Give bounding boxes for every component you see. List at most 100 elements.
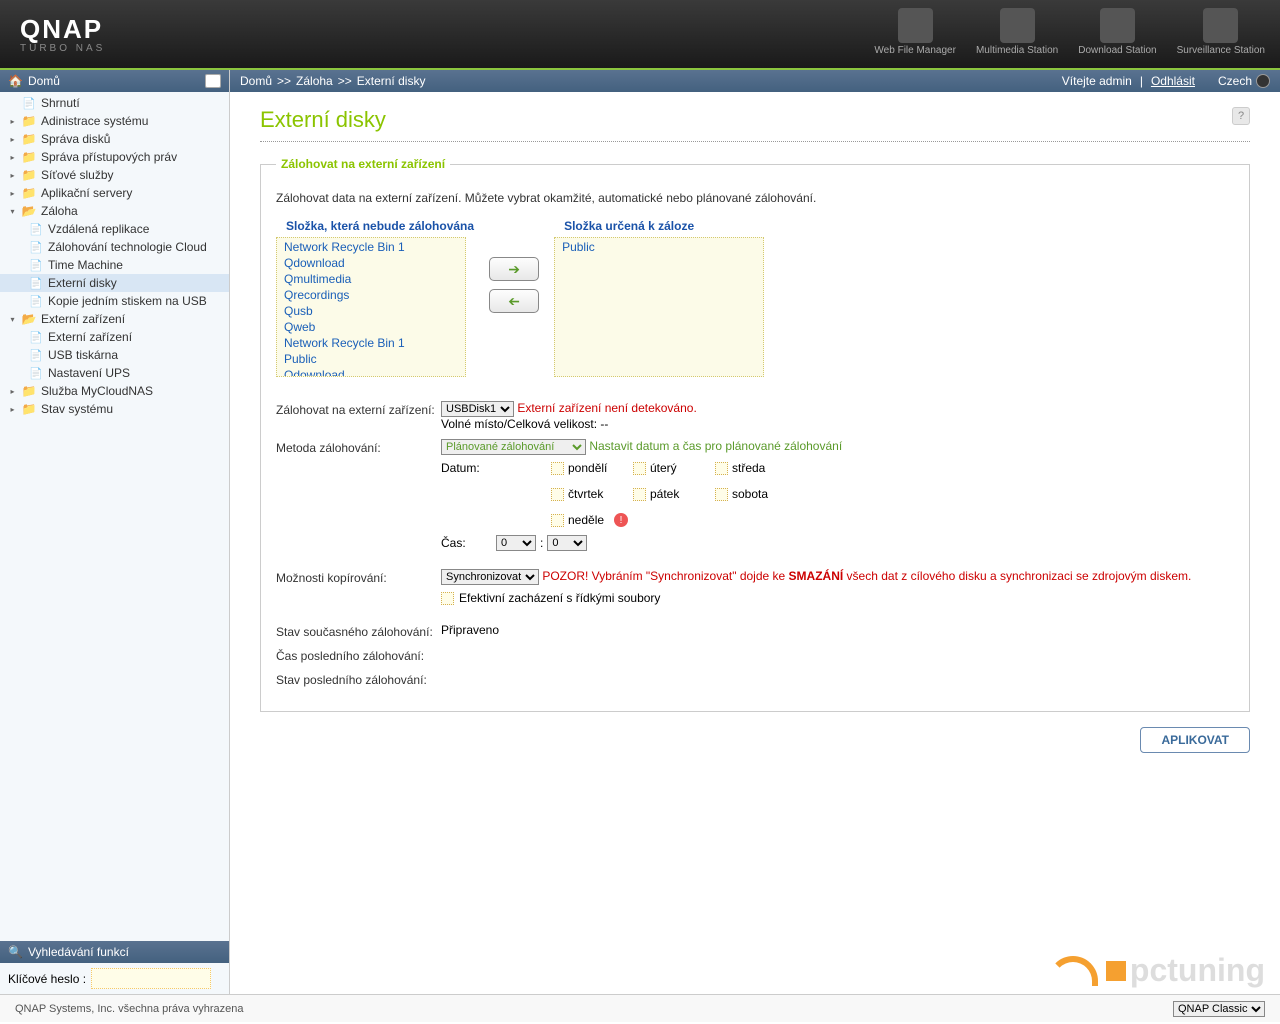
logout-link[interactable]: Odhlásit	[1151, 74, 1195, 88]
language-selector[interactable]: Czech	[1218, 74, 1270, 88]
folder-picker: Složka, která nebude zálohována Network …	[276, 217, 1234, 377]
tree-item[interactable]: ▸Stav systému	[0, 400, 229, 418]
tree-label: Zálohování technologie Cloud	[48, 240, 207, 254]
sidebar-search-header[interactable]: 🔍 Vyhledávání funkcí	[0, 941, 229, 963]
tree-item[interactable]: ▸Správa přístupových práv	[0, 148, 229, 166]
tree-item[interactable]: Nastavení UPS	[0, 364, 229, 382]
copyright-text: QNAP Systems, Inc. všechna práva vyhraze…	[15, 1003, 243, 1015]
list-item[interactable]: Qusb	[278, 303, 464, 319]
day-checkbox[interactable]	[551, 462, 564, 475]
list-item[interactable]: Qrecordings	[278, 287, 464, 303]
sparse-checkbox[interactable]	[441, 592, 454, 605]
list-item[interactable]: Network Recycle Bin 1	[278, 335, 464, 351]
list-item[interactable]: Public	[556, 239, 762, 255]
tree-item[interactable]: ▸Síťové služby	[0, 166, 229, 184]
backup-fieldset: Zálohovat na externí zařízení Zálohovat …	[260, 157, 1250, 712]
tree-item[interactable]: ▾Externí zařízení	[0, 310, 229, 328]
home-icon: 🏠	[8, 74, 23, 88]
tree-label: Správa přístupových práv	[41, 150, 177, 164]
tree-item[interactable]: ▸Správa disků	[0, 130, 229, 148]
keyword-label: Klíčové heslo :	[8, 972, 86, 986]
disk-select[interactable]: USBDisk1	[441, 401, 514, 417]
tree-item[interactable]: Shrnutí	[0, 94, 229, 112]
schedule-hint: Nastavit datum a čas pro plánované záloh…	[589, 439, 842, 453]
remove-folder-button[interactable]: ➔	[489, 289, 539, 313]
logo: QNAP TURBO NAS	[20, 14, 105, 54]
header-app[interactable]: Web File Manager	[874, 8, 956, 56]
method-select[interactable]: Plánované zálohování	[441, 439, 586, 455]
tree-toggle-icon: ▸	[8, 405, 17, 414]
day-item: úterý	[633, 461, 703, 475]
tree-item[interactable]: ▾Záloha	[0, 202, 229, 220]
tree-item[interactable]: ▸Adinistrace systému	[0, 112, 229, 130]
tree-item[interactable]: ▸Služba MyCloudNAS	[0, 382, 229, 400]
day-label: pátek	[650, 487, 679, 501]
day-checkbox[interactable]	[633, 488, 646, 501]
app-header: QNAP TURBO NAS Web File Manager Multimedi…	[0, 0, 1280, 70]
tree-label: Adinistrace systému	[41, 114, 148, 128]
day-checkbox[interactable]	[551, 514, 564, 527]
backup-folders-list[interactable]: Public	[554, 237, 764, 377]
page-icon	[28, 294, 44, 308]
tree-item[interactable]: Vzdálená replikace	[0, 220, 229, 238]
list-item[interactable]: Qdownload	[278, 255, 464, 271]
theme-select[interactable]: QNAP Classic	[1173, 1001, 1265, 1017]
breadcrumb: Domů>>Záloha>>Externí disky	[240, 74, 425, 88]
day-checkbox[interactable]	[715, 488, 728, 501]
day-label: úterý	[650, 461, 677, 475]
tree-item[interactable]: Zálohování technologie Cloud	[0, 238, 229, 256]
logo-subtitle: TURBO NAS	[20, 43, 105, 54]
day-checkbox[interactable]	[633, 462, 646, 475]
language-label: Czech	[1218, 74, 1252, 88]
status-value: Připraveno	[441, 623, 1234, 637]
collapse-button[interactable]: «	[205, 74, 221, 88]
list-item[interactable]: Public	[278, 351, 464, 367]
tree-item[interactable]: Kopie jedním stiskem na USB	[0, 292, 229, 310]
hour-select[interactable]: 0	[496, 535, 536, 551]
excluded-folders-list[interactable]: Network Recycle Bin 1QdownloadQmultimedi…	[276, 237, 466, 377]
method-label: Metoda zálohování:	[276, 439, 441, 455]
folder-icon	[21, 168, 37, 182]
keyword-input[interactable]	[91, 968, 211, 989]
list-item[interactable]: Qweb	[278, 319, 464, 335]
tree-item[interactable]: USB tiskárna	[0, 346, 229, 364]
breadcrumb-item[interactable]: Záloha	[296, 74, 333, 88]
list-item[interactable]: Qdownload	[278, 367, 464, 377]
day-checkbox[interactable]	[715, 462, 728, 475]
day-item: pátek	[633, 487, 703, 501]
tree-item[interactable]: Time Machine	[0, 256, 229, 274]
breadcrumb-item[interactable]: Externí disky	[357, 74, 426, 88]
last-status-label: Stav posledního zálohování:	[276, 671, 441, 687]
day-label: neděle	[568, 513, 604, 527]
sidebar-search-label: Vyhledávání funkcí	[28, 945, 129, 959]
tree-label: Externí zařízení	[48, 330, 132, 344]
apply-button[interactable]: APLIKOVAT	[1140, 727, 1250, 753]
help-icon[interactable]: ?	[1232, 107, 1250, 125]
tree-label: Správa disků	[41, 132, 110, 146]
day-checkbox[interactable]	[551, 488, 564, 501]
sidebar-keyword-row: Klíčové heslo :	[0, 963, 229, 994]
tree-item[interactable]: Externí zařízení	[0, 328, 229, 346]
tree-item[interactable]: Externí disky	[0, 274, 229, 292]
tree-toggle-icon: ▾	[8, 207, 17, 216]
list-item[interactable]: Network Recycle Bin 1	[278, 239, 464, 255]
page-icon	[28, 276, 44, 290]
add-folder-button[interactable]: ➔	[489, 257, 539, 281]
breadcrumb-item[interactable]: Domů	[240, 74, 272, 88]
not-detected-text: Externí zařízení není detekováno.	[517, 401, 696, 415]
page-icon	[28, 240, 44, 254]
page-icon	[28, 258, 44, 272]
folder-open-icon	[21, 204, 37, 218]
divider	[260, 141, 1250, 142]
sidebar-header[interactable]: 🏠 Domů «	[0, 70, 229, 92]
header-app[interactable]: Multimedia Station	[976, 8, 1058, 56]
globe-icon	[1256, 74, 1270, 88]
copy-option-select[interactable]: Synchronizovat	[441, 569, 539, 585]
header-app[interactable]: Download Station	[1078, 8, 1156, 56]
minute-select[interactable]: 0	[547, 535, 587, 551]
header-app[interactable]: Surveillance Station	[1177, 8, 1265, 56]
tree-item[interactable]: ▸Aplikační servery	[0, 184, 229, 202]
backup-device-label: Zálohovat na externí zařízení:	[276, 401, 441, 417]
list-item[interactable]: Qmultimedia	[278, 271, 464, 287]
app-label: Web File Manager	[874, 45, 956, 56]
